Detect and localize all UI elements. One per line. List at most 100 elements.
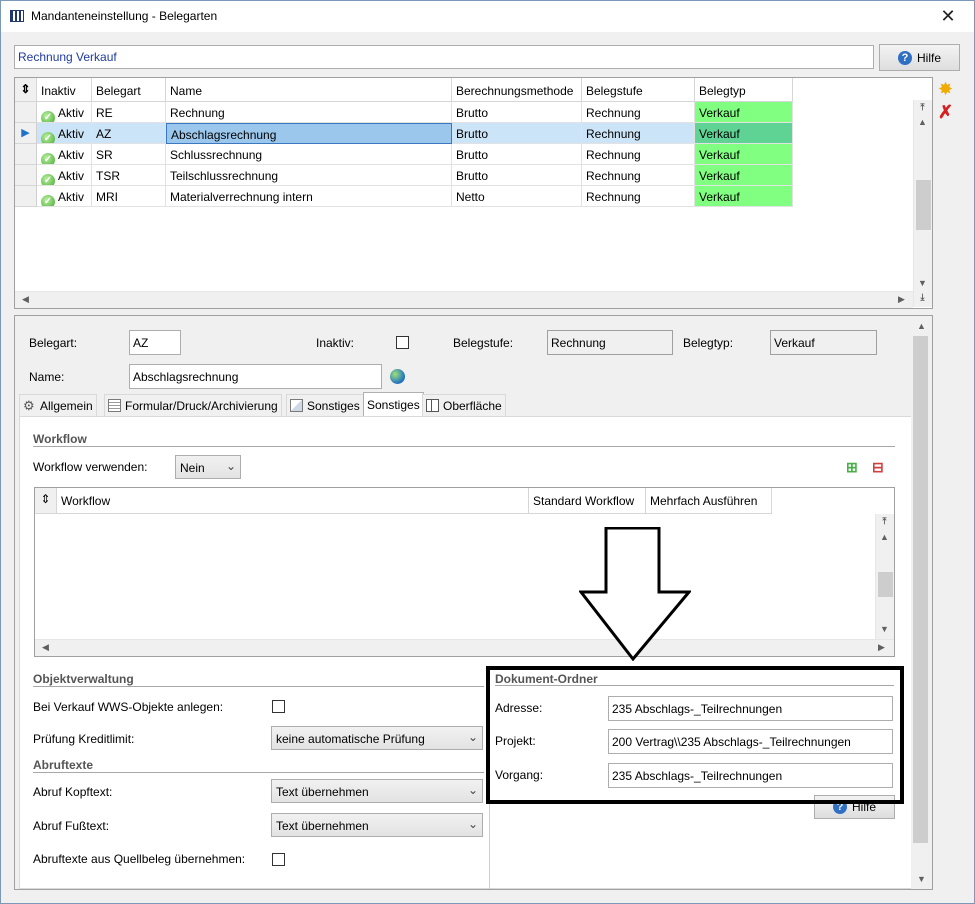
scroll-right-icon[interactable]: ▶ bbox=[893, 294, 910, 305]
sort-icon[interactable]: ⇕ bbox=[35, 488, 57, 514]
abruf-fusstext-label: Abruf Fußtext: bbox=[33, 819, 110, 833]
detail-vertical-scrollbar[interactable]: ▲ ▼ bbox=[911, 316, 932, 889]
scroll-thumb[interactable] bbox=[913, 336, 928, 843]
abruf-kopftext-dropdown[interactable]: Text übernehmen ⌄ bbox=[271, 779, 483, 803]
name-label: Name: bbox=[29, 370, 65, 384]
kreditlimit-label: Prüfung Kreditlimit: bbox=[33, 732, 135, 746]
row-pointer-icon[interactable]: ▶ bbox=[15, 123, 37, 144]
section-divider bbox=[33, 446, 895, 447]
chevron-down-icon: ⌄ bbox=[467, 817, 478, 831]
cell-stufe: Rechnung bbox=[582, 165, 695, 186]
cell-belegart: MRI bbox=[92, 186, 166, 207]
help-button[interactable]: ? Hilfe bbox=[879, 44, 960, 71]
table-row[interactable]: ✓ Aktiv SR Schlussrechnung Brutto Rechnun… bbox=[15, 144, 793, 165]
help-button-label: Hilfe bbox=[916, 50, 941, 65]
tab-allgemein[interactable]: ⚙ Allgemein bbox=[19, 394, 97, 416]
col-header-belegart[interactable]: Belegart bbox=[92, 78, 166, 102]
close-button[interactable]: ✕ bbox=[925, 1, 971, 32]
cell-name: Materialverrechnung intern bbox=[166, 186, 452, 207]
workflow-grid[interactable]: ⇕ Workflow Standard Workflow Mehrfach Au… bbox=[34, 487, 895, 657]
row-selector[interactable] bbox=[15, 102, 37, 123]
scroll-left-icon[interactable]: ◀ bbox=[37, 642, 54, 653]
title-bar: Mandanteneinstellung - Belegarten ✕ bbox=[1, 1, 974, 32]
cell-methode: Netto bbox=[452, 186, 582, 207]
abruf-fusstext-dropdown[interactable]: Text übernehmen ⌄ bbox=[271, 813, 483, 837]
table-row-selected[interactable]: ▶ ✓ Aktiv AZ Abschlagsrechnung Brutto Rec… bbox=[15, 123, 793, 144]
document-icon bbox=[290, 399, 303, 412]
scroll-down-icon[interactable]: ▼ bbox=[914, 278, 931, 288]
scroll-up-icon[interactable]: ▲ bbox=[876, 532, 893, 542]
scroll-up-icon[interactable]: ▲ bbox=[914, 117, 931, 127]
row-selector[interactable] bbox=[15, 165, 37, 186]
cell-inaktiv: ✓ Aktiv bbox=[37, 102, 92, 123]
help-icon: ? bbox=[897, 50, 912, 65]
col-header-standard-workflow[interactable]: Standard Workflow bbox=[529, 488, 646, 514]
cell-methode: Brutto bbox=[452, 165, 582, 186]
col-header-berechnungsmethode[interactable]: Berechnungsmethode bbox=[452, 78, 582, 102]
col-header-workflow[interactable]: Workflow bbox=[57, 488, 529, 514]
scroll-thumb[interactable] bbox=[878, 572, 893, 597]
cell-inaktiv: ✓ Aktiv bbox=[37, 186, 92, 207]
scroll-down-icon[interactable]: ▼ bbox=[913, 874, 930, 884]
scroll-top-icon[interactable]: ⤒ bbox=[876, 516, 893, 527]
col-header-belegstufe[interactable]: Belegstufe bbox=[582, 78, 695, 102]
col-header-belegtyp[interactable]: Belegtyp bbox=[695, 78, 793, 102]
wws-objekte-checkbox[interactable] bbox=[272, 700, 285, 713]
cell-stufe: Rechnung bbox=[582, 186, 695, 207]
col-header-inaktiv[interactable]: Inaktiv bbox=[37, 78, 92, 102]
sort-icon[interactable]: ⇕ bbox=[15, 78, 37, 102]
wws-objekte-label: Bei Verkauf WWS-Objekte anlegen: bbox=[33, 700, 224, 714]
delete-row-icon[interactable]: ⊟ bbox=[872, 459, 884, 476]
scroll-up-icon[interactable]: ▲ bbox=[913, 321, 930, 331]
cell-typ: Verkauf bbox=[695, 186, 793, 207]
scroll-thumb[interactable] bbox=[916, 180, 931, 230]
workflow-use-dropdown[interactable]: Nein ⌄ bbox=[175, 455, 241, 479]
main-window: Mandanteneinstellung - Belegarten ✕ Rech… bbox=[0, 0, 975, 904]
row-selector[interactable] bbox=[15, 144, 37, 165]
table-row[interactable]: ✓ Aktiv TSR Teilschlussrechnung Brutto Re… bbox=[15, 165, 793, 186]
abruf-quellbeleg-label: Abruftexte aus Quellbeleg übernehmen: bbox=[33, 852, 246, 866]
col-header-mehrfach-ausfuehren[interactable]: Mehrfach Ausführen bbox=[646, 488, 772, 514]
scroll-left-icon[interactable]: ◀ bbox=[17, 294, 34, 305]
tab-sonstiges-1[interactable]: Sonstiges bbox=[286, 394, 364, 416]
belegarten-grid[interactable]: ⇕ Inaktiv Belegart Name Berechnungsmetho… bbox=[14, 77, 933, 309]
check-icon: ✓ bbox=[41, 132, 55, 143]
tab-oberflaeche[interactable]: Oberfläche bbox=[422, 394, 506, 416]
globe-icon[interactable] bbox=[390, 369, 405, 384]
scroll-down-icon[interactable]: ▼ bbox=[876, 624, 893, 634]
objektverwaltung-section-title: Objektverwaltung bbox=[33, 672, 134, 686]
scroll-bottom-icon[interactable]: ⤓ bbox=[914, 292, 931, 303]
tab-page: Workflow Workflow verwenden: Nein ⌄ ⊞ ⊟ … bbox=[19, 416, 913, 889]
scroll-right-icon[interactable]: ▶ bbox=[873, 642, 890, 653]
delete-icon[interactable]: ✗ bbox=[938, 102, 953, 123]
name-field[interactable]: Abschlagsrechnung bbox=[129, 364, 382, 389]
cell-typ: Verkauf bbox=[695, 102, 793, 123]
workflow-vertical-scrollbar[interactable]: ⤒ ▲ ▼ bbox=[875, 514, 894, 640]
grid-horizontal-scrollbar[interactable]: ◀ ▶ bbox=[15, 291, 913, 308]
dropdown-value: keine automatische Prüfung bbox=[276, 732, 425, 746]
tab-sonstiges-2[interactable]: Sonstiges bbox=[363, 392, 424, 417]
add-row-icon[interactable]: ⊞ bbox=[846, 459, 858, 476]
cell-belegart: SR bbox=[92, 144, 166, 165]
grid-vertical-scrollbar[interactable]: ⤒ ▲ ▼ ⤓ bbox=[913, 100, 932, 307]
cell-stufe: Rechnung bbox=[582, 144, 695, 165]
dropdown-value: Text übernehmen bbox=[276, 819, 369, 833]
table-row[interactable]: ✓ Aktiv MRI Materialverrechnung intern Ne… bbox=[15, 186, 793, 207]
inaktiv-checkbox[interactable] bbox=[396, 336, 409, 349]
add-icon[interactable]: ✸ bbox=[938, 79, 953, 100]
tab-formular-druck-archivierung[interactable]: Formular/Druck/Archivierung bbox=[104, 394, 282, 416]
search-input[interactable]: Rechnung Verkauf bbox=[14, 45, 874, 69]
abruf-quellbeleg-checkbox[interactable] bbox=[272, 853, 285, 866]
scroll-top-icon[interactable]: ⤒ bbox=[914, 102, 931, 113]
col-header-name[interactable]: Name bbox=[166, 78, 452, 102]
row-selector[interactable] bbox=[15, 186, 37, 207]
chevron-down-icon: ⌄ bbox=[225, 459, 236, 473]
cell-name-focused[interactable]: Abschlagsrechnung bbox=[166, 123, 452, 144]
kreditlimit-dropdown[interactable]: keine automatische Prüfung ⌄ bbox=[271, 726, 483, 750]
workflow-horizontal-scrollbar[interactable]: ◀ ▶ bbox=[35, 639, 894, 656]
belegart-field[interactable]: AZ bbox=[129, 330, 181, 355]
dropdown-value: Nein bbox=[180, 461, 205, 475]
cell-name: Schlussrechnung bbox=[166, 144, 452, 165]
cell-stufe: Rechnung bbox=[582, 102, 695, 123]
table-row[interactable]: ✓ Aktiv RE Rechnung Brutto Rechnung Verka… bbox=[15, 102, 793, 123]
